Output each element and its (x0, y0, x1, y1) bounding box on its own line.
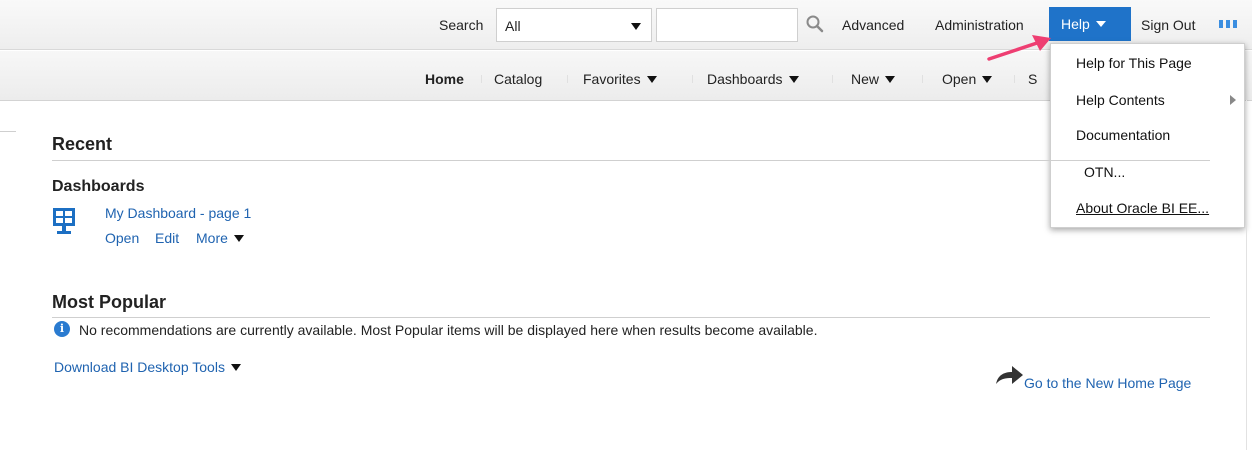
section-divider (52, 317, 1210, 318)
chevron-down-icon (982, 76, 993, 83)
chevron-down-icon (646, 76, 657, 83)
search-scope-value: All (505, 18, 521, 34)
chevron-down-icon (631, 23, 641, 30)
search-label: Search (439, 17, 484, 33)
info-icon: i (54, 321, 70, 337)
nav-divider (481, 75, 482, 83)
help-dropdown-menu: Help for This Page Help Contents Documen… (1050, 43, 1245, 228)
nav-open[interactable]: Open (942, 71, 993, 87)
chevron-down-icon (233, 235, 244, 242)
more-menu[interactable]: More (196, 230, 244, 246)
administration-link[interactable]: Administration (935, 17, 1024, 33)
most-popular-title: Most Popular (52, 292, 167, 312)
recent-title: Recent (52, 134, 113, 154)
dashboards-subtitle: Dashboards (52, 178, 145, 195)
chevron-down-icon (885, 76, 896, 83)
chevron-down-icon (788, 76, 799, 83)
download-tools-menu[interactable]: Download BI Desktop Tools (54, 359, 241, 375)
menu-item-help-contents[interactable]: Help Contents (1076, 92, 1165, 108)
nav-new[interactable]: New (851, 71, 896, 87)
submenu-arrow-icon (1230, 95, 1236, 105)
nav-favorites[interactable]: Favorites (583, 71, 657, 87)
edit-link[interactable]: Edit (155, 230, 179, 246)
forward-arrow-icon (996, 366, 1023, 384)
chevron-down-icon (230, 364, 241, 371)
search-input[interactable] (656, 8, 798, 42)
nav-divider (832, 75, 833, 83)
search-icon[interactable] (805, 14, 825, 34)
search-scope-select[interactable]: All (496, 8, 652, 42)
section-divider (52, 160, 1210, 161)
open-link[interactable]: Open (105, 230, 139, 246)
advanced-link[interactable]: Advanced (842, 17, 904, 33)
annotation-arrow-icon (987, 35, 1051, 61)
nav-divider (692, 75, 693, 83)
menu-item-otn[interactable]: OTN... (1084, 164, 1125, 180)
scrollbar[interactable] (1246, 100, 1247, 450)
dashboard-icon[interactable] (52, 207, 76, 235)
menu-item-help-for-this-page[interactable]: Help for This Page (1076, 55, 1192, 71)
panel-edge-divider (0, 131, 16, 132)
nav-signed-in[interactable]: S (1028, 71, 1037, 87)
menu-item-documentation[interactable]: Documentation (1076, 127, 1170, 143)
nav-catalog[interactable]: Catalog (494, 71, 542, 87)
info-message: No recommendations are currently availab… (79, 322, 818, 338)
help-label: Help (1061, 16, 1090, 32)
dashboard-link[interactable]: My Dashboard - page 1 (105, 205, 251, 221)
nav-divider (567, 75, 568, 83)
new-home-page-link[interactable]: Go to the New Home Page (1024, 375, 1191, 391)
chevron-down-icon (1095, 21, 1106, 27)
user-menu-icon[interactable] (1219, 18, 1237, 30)
sign-out-link[interactable]: Sign Out (1141, 17, 1195, 33)
menu-item-about[interactable]: About Oracle BI EE... (1076, 200, 1209, 216)
nav-divider (922, 75, 923, 83)
nav-home[interactable]: Home (425, 71, 464, 87)
nav-dashboards[interactable]: Dashboards (707, 71, 799, 87)
help-menu-button[interactable]: Help (1049, 7, 1131, 41)
nav-divider (1014, 75, 1015, 83)
